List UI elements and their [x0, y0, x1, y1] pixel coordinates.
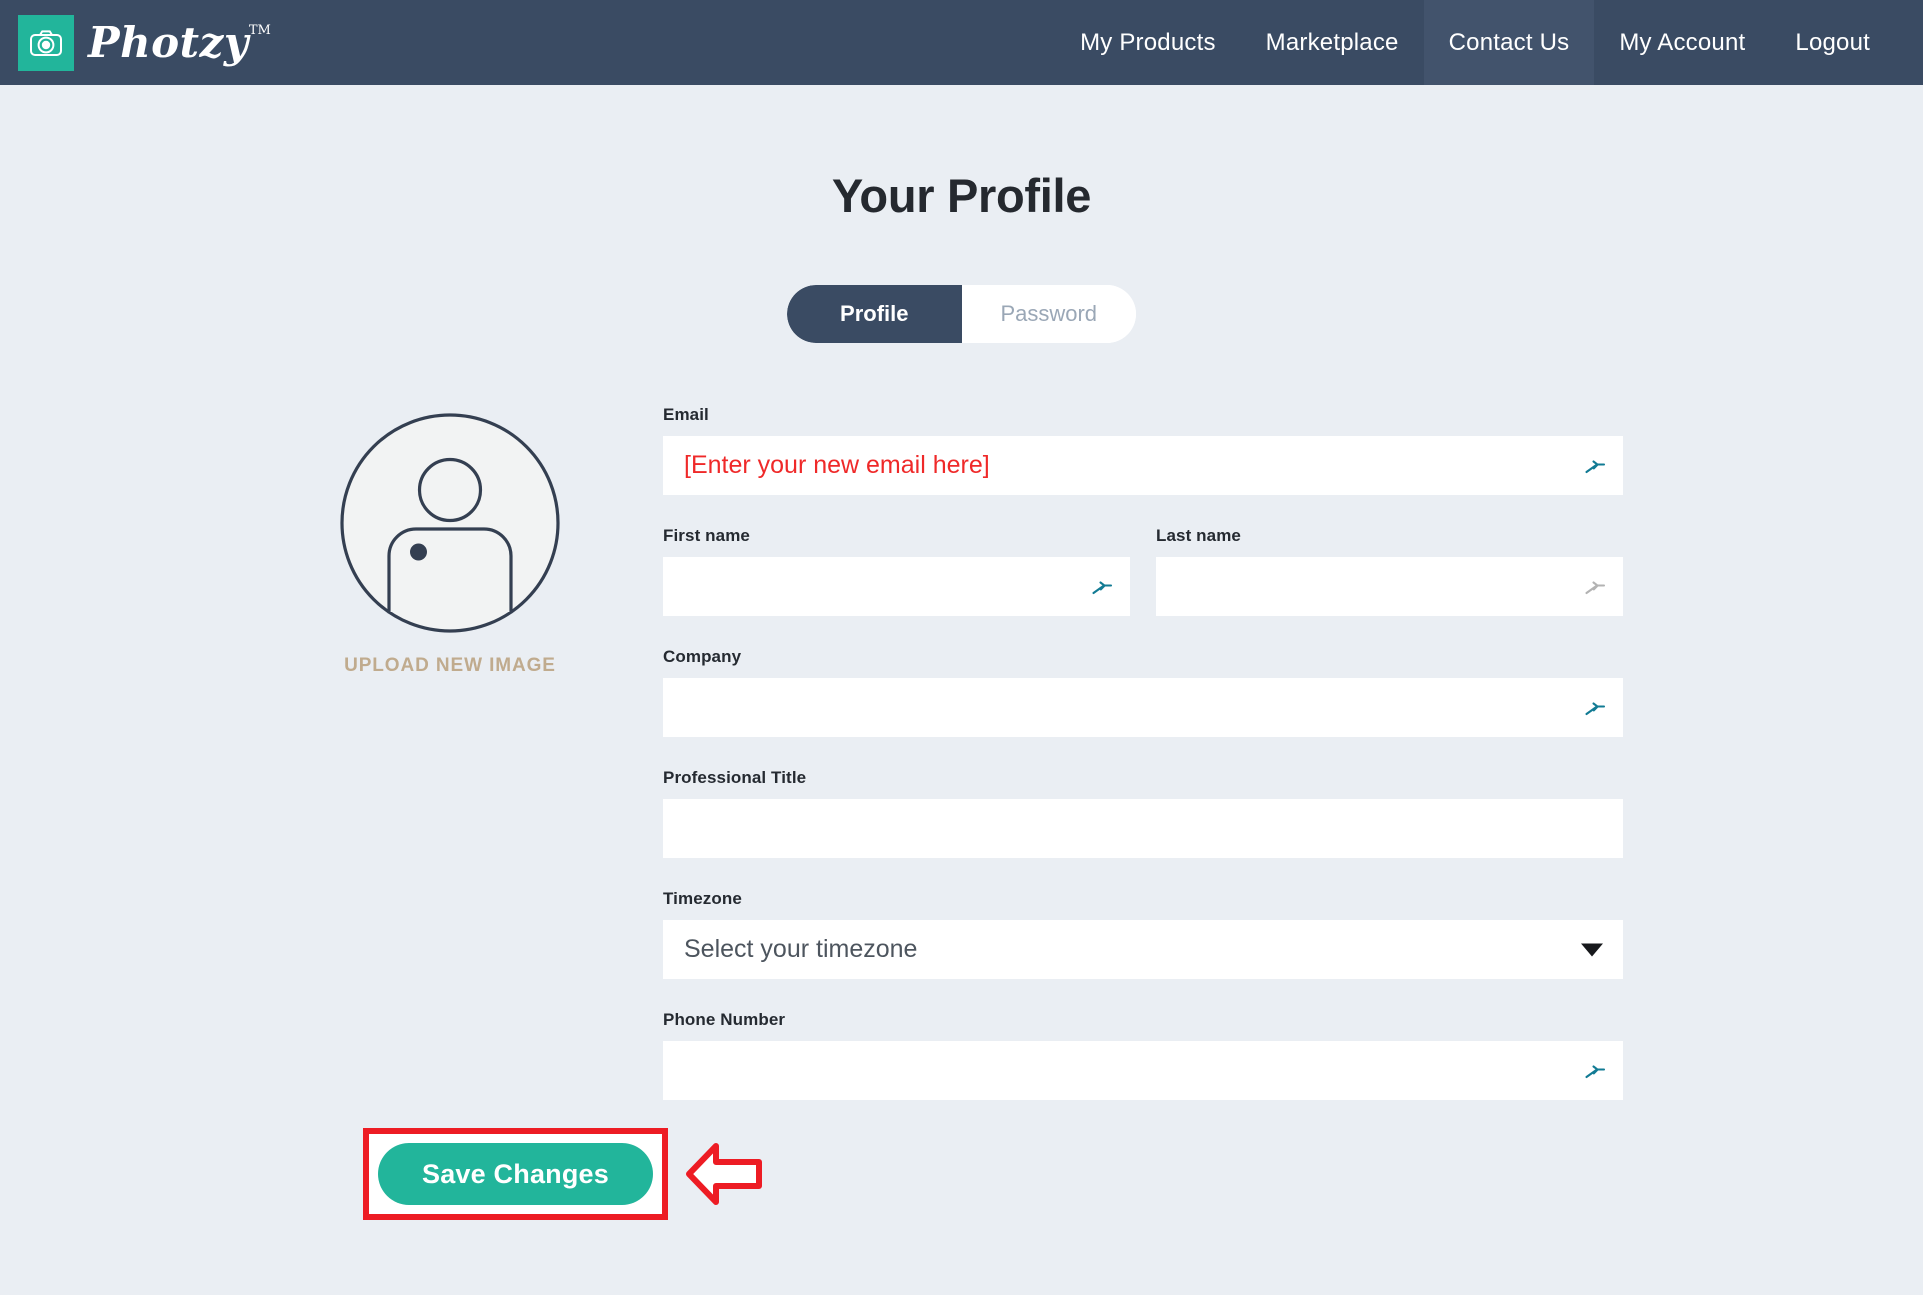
field-timezone: Timezone Select your timezone — [663, 889, 1623, 979]
trademark-mark: TM — [248, 22, 271, 38]
profile-form: Email [Enter your new email here] First … — [663, 405, 1623, 1100]
tab-password[interactable]: Password — [961, 285, 1136, 343]
upload-new-image-button[interactable]: UPLOAD NEW IMAGE — [344, 655, 556, 677]
profile-tab-group: Profile Password — [787, 285, 1136, 343]
user-avatar-icon[interactable] — [339, 412, 561, 634]
timezone-value: Select your timezone — [684, 935, 918, 963]
first-name-label: First name — [663, 526, 750, 545]
field-phone-number: Phone Number — [663, 1010, 1623, 1100]
last-name-input[interactable] — [1156, 557, 1623, 616]
nav-item-marketplace[interactable]: Marketplace — [1241, 0, 1424, 85]
last-name-label: Last name — [1156, 526, 1241, 545]
nav-item-my-account[interactable]: My Account — [1594, 0, 1770, 85]
professional-title-label: Professional Title — [663, 768, 807, 787]
professional-title-input[interactable] — [663, 799, 1623, 858]
brand-wordmark: Photzy TM — [88, 21, 271, 64]
save-area: Save Changes — [363, 1128, 1923, 1220]
brand-logo[interactable]: Photzy TM — [18, 0, 271, 85]
save-changes-button[interactable]: Save Changes — [378, 1143, 653, 1205]
nav-item-my-products[interactable]: My Products — [1055, 0, 1241, 85]
field-professional-title: Professional Title — [663, 768, 1623, 858]
field-first-name: First name — [663, 526, 1130, 616]
email-label: Email — [663, 405, 709, 424]
name-row: First name Last name — [663, 526, 1623, 647]
brand-name: Photzy — [88, 17, 249, 67]
nav-item-logout[interactable]: Logout — [1770, 0, 1895, 85]
company-label: Company — [663, 647, 742, 666]
field-company: Company — [663, 647, 1623, 737]
phone-number-input[interactable] — [663, 1041, 1623, 1100]
chevron-down-icon — [1581, 943, 1603, 956]
first-name-input[interactable] — [663, 557, 1130, 616]
autofill-key-icon — [1584, 576, 1606, 598]
page-title: Your Profile — [831, 169, 1092, 222]
main-navigation: My Products Marketplace Contact Us My Ac… — [1055, 0, 1923, 85]
camera-icon — [18, 14, 74, 71]
email-value: [Enter your new email here] — [684, 451, 990, 479]
autofill-key-icon — [1091, 576, 1113, 598]
autofill-key-icon — [1584, 697, 1606, 719]
field-last-name: Last name — [1156, 526, 1623, 616]
site-header: Photzy TM My Products Marketplace Contact… — [0, 0, 1923, 85]
autofill-key-icon — [1584, 1060, 1606, 1082]
tab-profile[interactable]: Profile — [787, 285, 962, 343]
profile-page: Your Profile Profile Password UPLOAD NEW… — [0, 168, 1923, 1295]
timezone-label: Timezone — [663, 889, 742, 908]
autofill-key-icon — [1584, 455, 1606, 477]
nav-item-contact-us[interactable]: Contact Us — [1423, 0, 1595, 85]
avatar-column: UPLOAD NEW IMAGE — [300, 405, 600, 677]
field-email: Email [Enter your new email here] — [663, 405, 1623, 495]
arrow-left-icon — [685, 1136, 763, 1212]
company-input[interactable] — [663, 678, 1623, 737]
annotation-highlight-box: Save Changes — [363, 1128, 668, 1220]
timezone-select[interactable]: Select your timezone — [663, 920, 1623, 979]
email-input[interactable]: [Enter your new email here] — [663, 436, 1623, 495]
phone-number-label: Phone Number — [663, 1010, 786, 1029]
profile-content: UPLOAD NEW IMAGE Email [Enter your new e… — [0, 405, 1923, 1100]
